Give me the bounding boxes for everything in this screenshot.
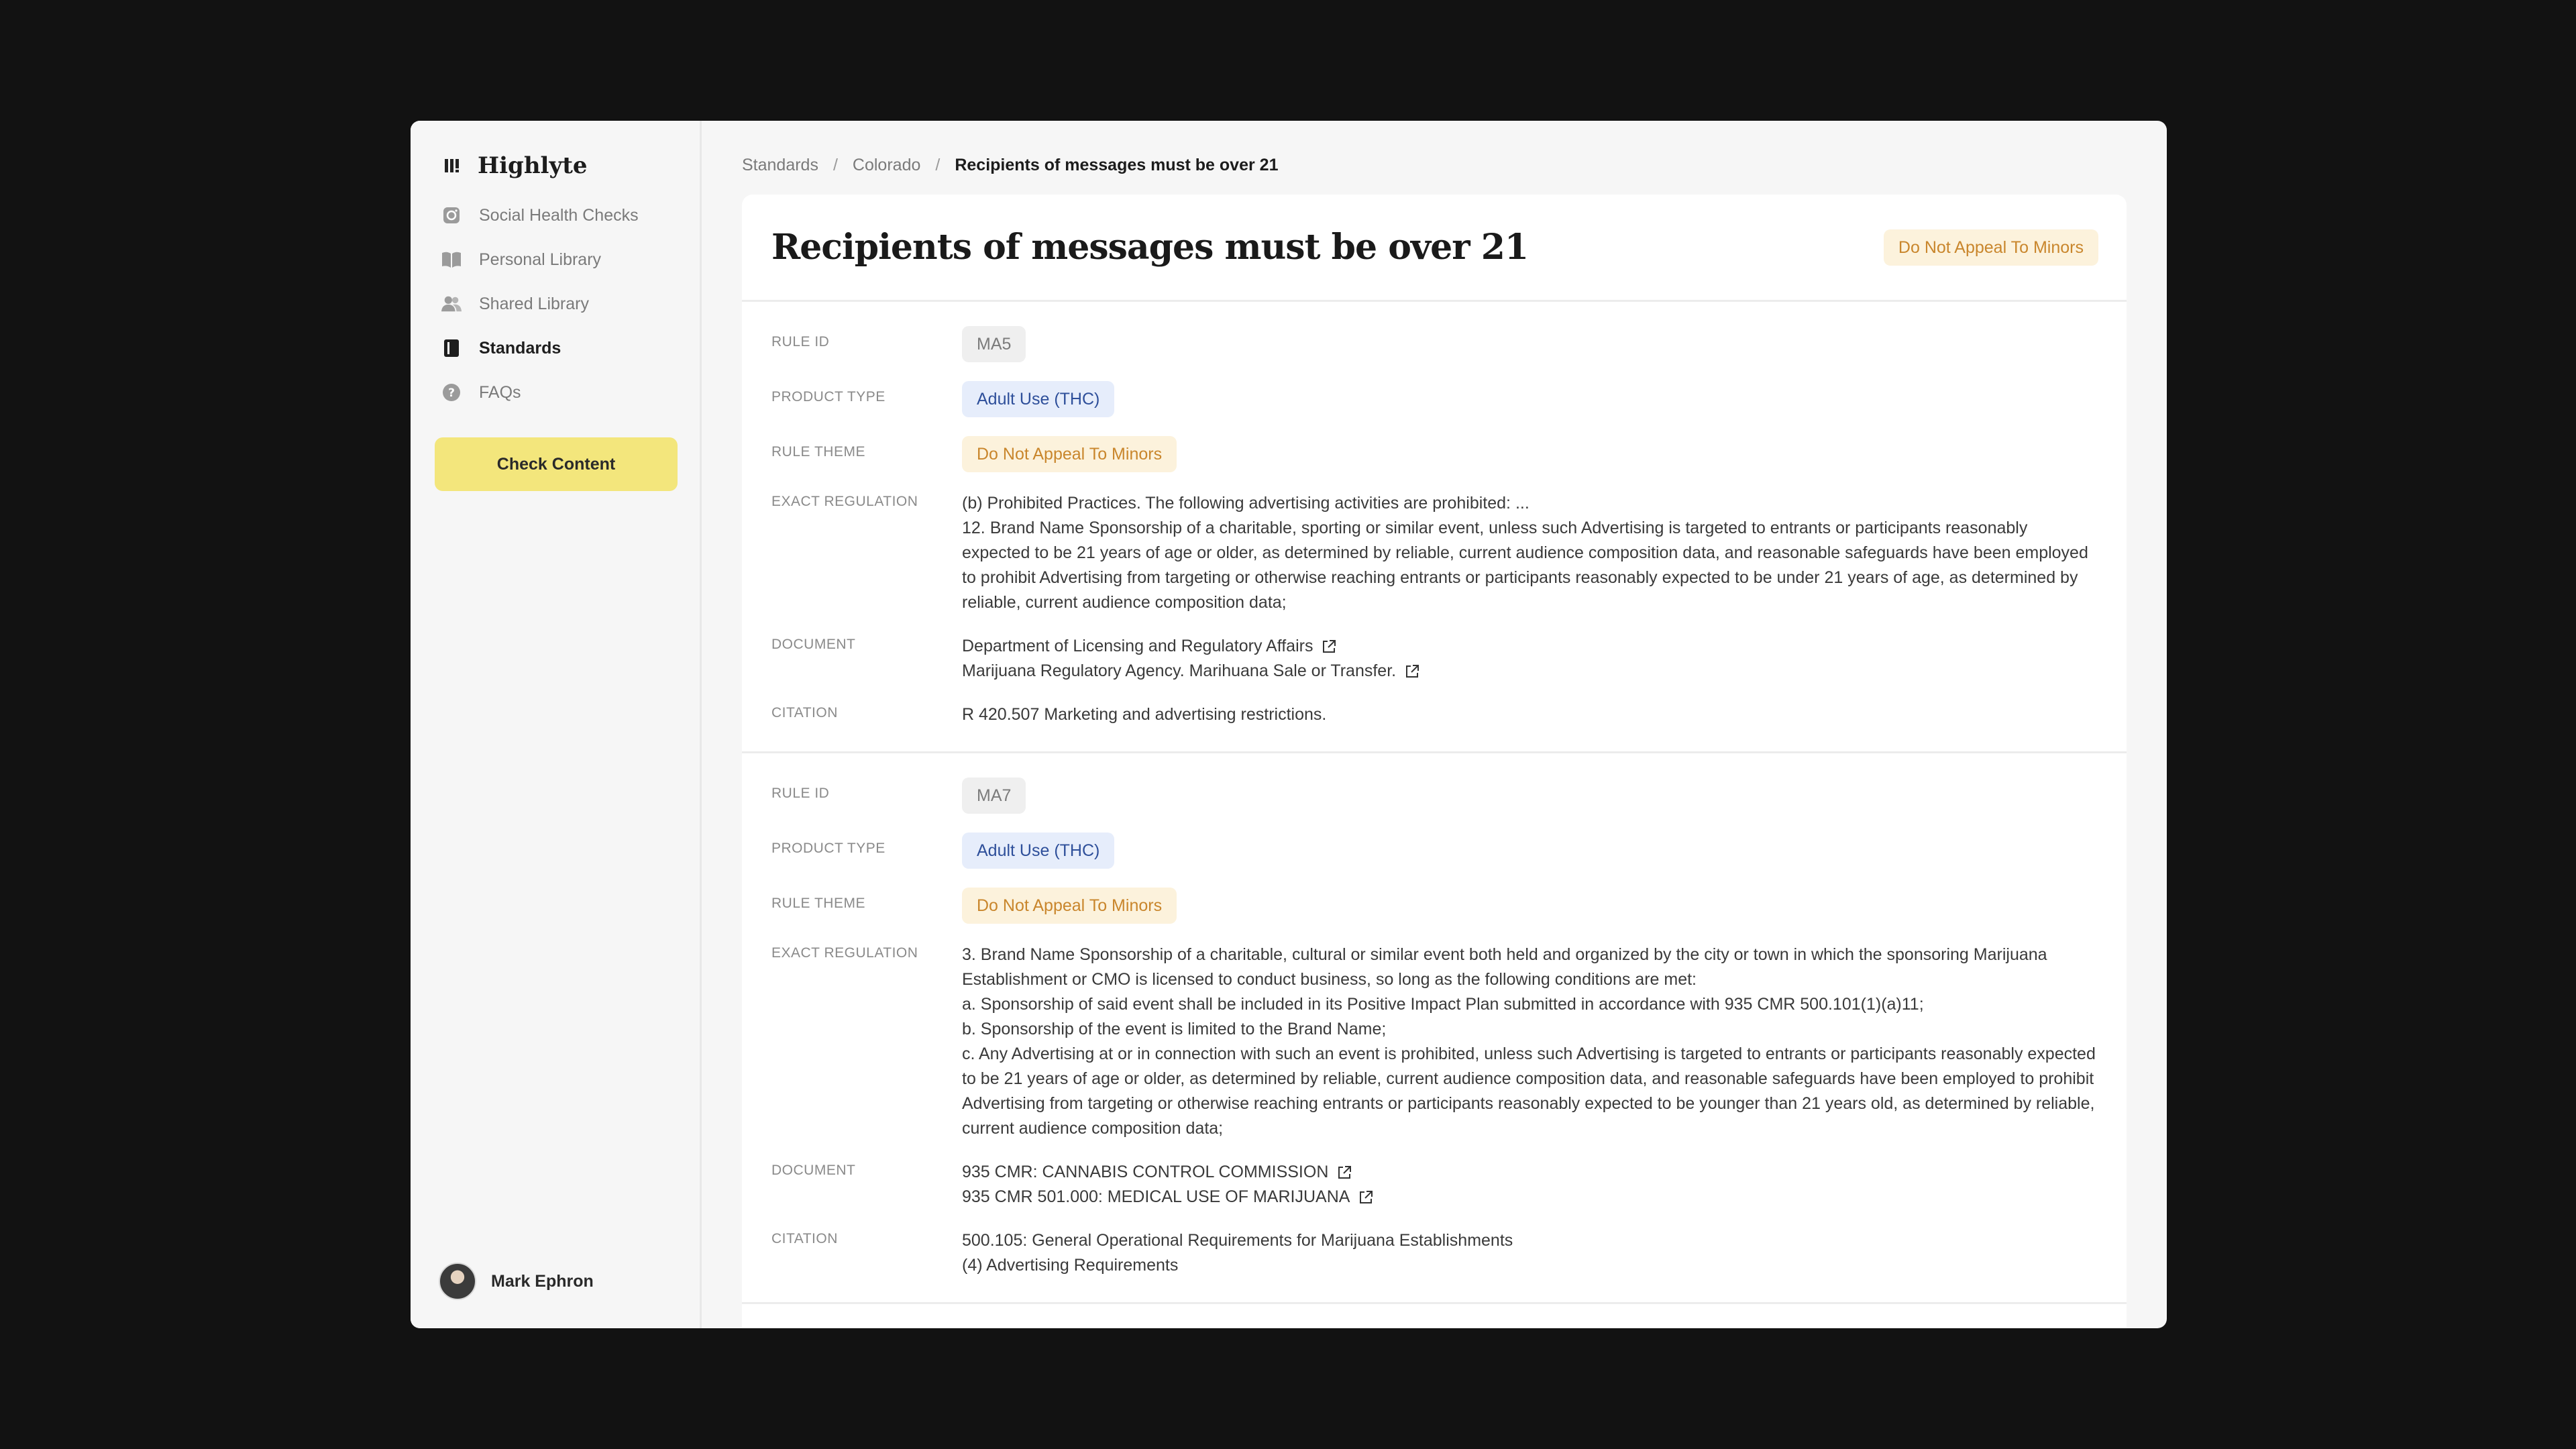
regulation-line: c. Any Advertising at or in connection w… [962, 1044, 2096, 1138]
document-title: 935 CMR: CANNABIS CONTROL COMMISSION [962, 1163, 1329, 1181]
external-link-icon [1360, 1190, 1373, 1203]
check-content-button[interactable]: Check Content [435, 437, 678, 491]
regulation-line: (b) Prohibited Practices. The following … [962, 494, 1529, 513]
user-profile[interactable]: Mark Ephron [439, 1263, 594, 1300]
svg-text:?: ? [448, 386, 455, 400]
document-title: Marijuana Regulatory Agency. Marihuana S… [962, 661, 1397, 680]
main-content: Standards / Colorado / Recipients of mes… [702, 121, 2167, 1328]
rule-id-row: RULE ID MA5 [771, 326, 2097, 362]
sidebar-item-label: Shared Library [479, 294, 589, 313]
breadcrumb-link-colorado[interactable]: Colorado [853, 156, 920, 175]
document-label: DOCUMENT [771, 1163, 856, 1178]
external-link-icon [1338, 1165, 1352, 1179]
product-type-row: PRODUCT TYPE Adult Use (THC) [771, 833, 2097, 869]
brand[interactable]: Highlyte [443, 141, 588, 191]
breadcrumb-link-standards[interactable]: Standards [742, 156, 818, 175]
external-link-icon [1406, 664, 1419, 678]
exact-regulation-row: EXACT REGULATION 3. Brand Name Sponsorsh… [771, 943, 2097, 1141]
document-link[interactable]: Department of Licensing and Regulatory A… [962, 634, 2097, 659]
rule-theme-badge: Do Not Appeal To Minors [1883, 229, 2098, 266]
help-circle-icon: ? [441, 382, 462, 402]
document-title: Department of Licensing and Regulatory A… [962, 637, 1313, 655]
sidebar-item-personal-library[interactable]: Personal Library [441, 237, 686, 282]
product-type-label: PRODUCT TYPE [771, 389, 885, 405]
regulation-line: b. Sponsorship of the event is limited t… [962, 1020, 1387, 1038]
rule-entry-partial: RULE ID [742, 1304, 2127, 1328]
rule-theme-badge: Do Not Appeal To Minors [962, 436, 1177, 472]
rule-theme-label: RULE THEME [771, 444, 865, 460]
citation-label: CITATION [771, 705, 838, 720]
breadcrumb-current: Recipients of messages must be over 21 [955, 155, 1279, 174]
rule-id-label: RULE ID [771, 786, 830, 801]
book-open-icon [441, 250, 462, 270]
rule-id-badge: MA7 [962, 777, 1026, 814]
breadcrumb-separator: / [833, 155, 838, 174]
rule-id-badge: MA5 [962, 326, 1026, 362]
avatar [439, 1263, 476, 1300]
document-link[interactable]: Marijuana Regulatory Agency. Marihuana S… [962, 659, 2097, 684]
rule-entry: RULE ID MA5 PRODUCT TYPE Adult Use (THC)… [742, 302, 2127, 753]
regulation-line: 12. Brand Name Sponsorship of a charitab… [962, 519, 2088, 612]
product-type-row: PRODUCT TYPE Adult Use (THC) [771, 381, 2097, 417]
exact-regulation-text: (b) Prohibited Practices. The following … [962, 491, 2097, 615]
product-type-badge: Adult Use (THC) [962, 381, 1115, 417]
card-header: Recipients of messages must be over 21 D… [742, 195, 2127, 302]
sidebar-item-shared-library[interactable]: Shared Library [441, 282, 686, 326]
sidebar-item-social-health-checks[interactable]: Social Health Checks [441, 193, 686, 237]
sidebar-item-label: Personal Library [479, 250, 602, 269]
citation-row: CITATION 500.105: General Operational Re… [771, 1228, 2097, 1278]
rule-theme-row: RULE THEME Do Not Appeal To Minors [771, 436, 2097, 472]
book-icon [441, 338, 462, 358]
product-type-label: PRODUCT TYPE [771, 841, 885, 856]
document-link[interactable]: 935 CMR: CANNABIS CONTROL COMMISSION [962, 1160, 2097, 1185]
sidebar-item-standards[interactable]: Standards [441, 326, 686, 370]
exact-regulation-label: EXACT REGULATION [771, 494, 918, 509]
citation-text: R 420.507 Marketing and advertising rest… [962, 705, 1327, 724]
page-title: Recipients of messages must be over 21 [771, 227, 1529, 268]
document-row: DOCUMENT 935 CMR: CANNABIS CONTROL COMMI… [771, 1160, 2097, 1210]
rule-theme-badge: Do Not Appeal To Minors [962, 888, 1177, 924]
external-link-icon [1323, 639, 1336, 653]
breadcrumb: Standards / Colorado / Recipients of mes… [742, 145, 1278, 185]
sidebar-item-faqs[interactable]: ? FAQs [441, 370, 686, 415]
document-title: 935 CMR 501.000: MEDICAL USE OF MARIJUAN… [962, 1187, 1350, 1206]
regulation-line: a. Sponsorship of said event shall be in… [962, 995, 1924, 1014]
rule-id-row: RULE ID MA7 [771, 777, 2097, 814]
rule-theme-row: RULE THEME Do Not Appeal To Minors [771, 888, 2097, 924]
rule-id-label: RULE ID [771, 334, 830, 350]
rule-entry: RULE ID MA7 PRODUCT TYPE Adult Use (THC)… [742, 753, 2127, 1304]
citation-row: CITATION R 420.507 Marketing and adverti… [771, 702, 2097, 727]
sidebar: Highlyte Social Health Checks Personal L… [411, 121, 702, 1328]
app-window: Highlyte Social Health Checks Personal L… [411, 121, 2167, 1328]
rule-theme-label: RULE THEME [771, 896, 865, 911]
standard-card: Recipients of messages must be over 21 D… [742, 195, 2127, 1328]
document-row: DOCUMENT Department of Licensing and Reg… [771, 634, 2097, 684]
highlyte-logo-icon [443, 156, 463, 176]
document-link[interactable]: 935 CMR 501.000: MEDICAL USE OF MARIJUAN… [962, 1185, 2097, 1210]
citation-text: (4) Advertising Requirements [962, 1256, 1179, 1275]
users-icon [441, 294, 462, 314]
breadcrumb-separator: / [935, 155, 941, 174]
sidebar-item-label: FAQs [479, 382, 521, 402]
sidebar-item-label: Social Health Checks [479, 205, 639, 225]
app-name: Highlyte [478, 152, 588, 179]
user-name: Mark Ephron [491, 1271, 594, 1291]
document-label: DOCUMENT [771, 637, 856, 652]
product-type-badge: Adult Use (THC) [962, 833, 1115, 869]
instagram-icon [441, 205, 462, 225]
citation-text: 500.105: General Operational Requirement… [962, 1231, 1513, 1250]
exact-regulation-row: EXACT REGULATION (b) Prohibited Practice… [771, 491, 2097, 615]
exact-regulation-label: EXACT REGULATION [771, 945, 918, 961]
citation-label: CITATION [771, 1231, 838, 1246]
regulation-line: 3. Brand Name Sponsorship of a charitabl… [962, 945, 2047, 989]
sidebar-item-label: Standards [479, 338, 561, 358]
exact-regulation-text: 3. Brand Name Sponsorship of a charitabl… [962, 943, 2097, 1141]
sidebar-nav: Social Health Checks Personal Library Sh… [441, 193, 686, 415]
